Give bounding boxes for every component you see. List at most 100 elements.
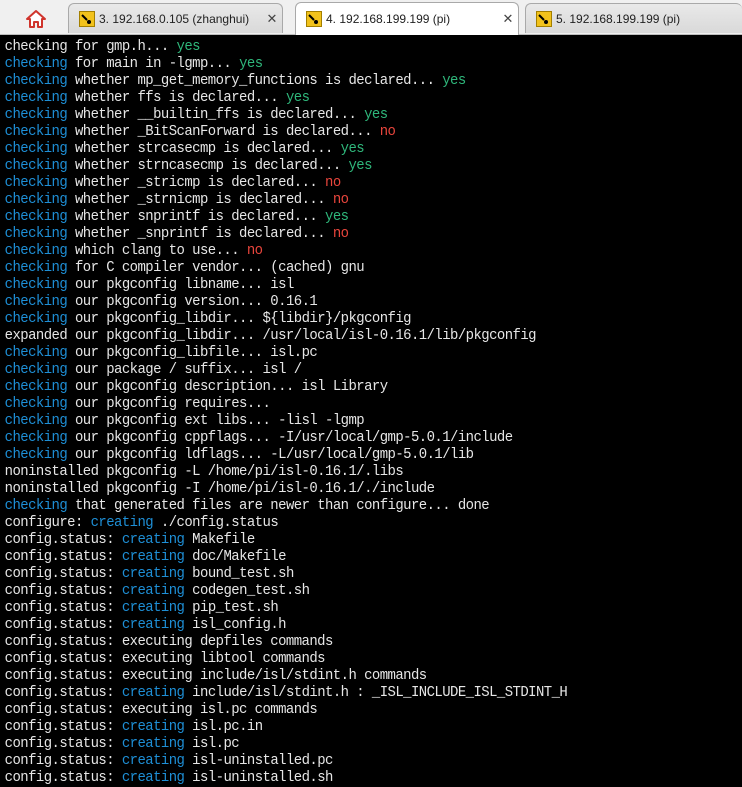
terminal-text-segment: config.status: executing isl.pc commands	[4, 701, 318, 718]
terminal-text-segment: our pkgconfig version... 0.16.1	[67, 293, 318, 310]
terminal-text-segment: whether ffs is declared...	[67, 89, 286, 106]
terminal-text-segment: config.status: executing include/isl/std…	[4, 667, 427, 684]
terminal-text-segment: creating	[90, 514, 154, 531]
terminal-text-segment: checking	[4, 140, 68, 157]
terminal-text-segment: isl_config.h	[184, 616, 286, 633]
terminal-text-segment: checking	[4, 174, 68, 191]
tab-session-3[interactable]: 3. 192.168.0.105 (zhanghui) ✕	[68, 3, 283, 33]
terminal-line: checking whether ffs is declared... yes	[5, 89, 690, 106]
terminal-text-segment: whether _snprintf is declared...	[67, 225, 333, 242]
terminal-line: checking which clang to use... no	[5, 242, 690, 259]
terminal-line: checking whether strncasecmp is declared…	[5, 157, 690, 174]
terminal-text-segment: yes	[340, 140, 365, 157]
terminal-text-segment: yes	[325, 208, 349, 225]
terminal-text-segment: yes	[442, 72, 466, 89]
terminal-key-icon	[306, 11, 322, 27]
terminal-text-segment: creating	[121, 582, 185, 599]
terminal-text-segment: checking	[4, 395, 68, 412]
terminal-text-segment: no	[325, 174, 341, 191]
terminal-text-segment: checking	[4, 106, 68, 123]
terminal-text-segment: our pkgconfig ext libs... -lisl -lgmp	[67, 412, 365, 429]
terminal-text-segment: creating	[121, 531, 185, 548]
terminal-text-segment: whether _BitScanForward is declared...	[67, 123, 380, 140]
terminal-text-segment: config.status:	[4, 735, 122, 752]
terminal-text-segment: codegen_test.sh	[184, 582, 310, 599]
terminal-text-segment: config.status:	[4, 582, 122, 599]
terminal-text-segment: our pkgconfig libname... isl	[67, 276, 294, 293]
terminal-text-segment: creating	[121, 548, 185, 565]
terminal-text-segment: whether mp_get_memory_functions is decla…	[67, 72, 443, 89]
terminal-text-segment: yes	[285, 89, 310, 106]
terminal-text-segment: checking	[4, 429, 68, 446]
terminal-text-segment: checking	[4, 191, 68, 208]
terminal-text-segment: whether _stricmp is declared...	[67, 174, 326, 191]
terminal-line: checking our pkgconfig ldflags... -L/usr…	[5, 446, 690, 463]
terminal-text-segment: checking	[4, 208, 68, 225]
terminal-line: checking our pkgconfig_libdir... ${libdi…	[5, 310, 690, 327]
terminal-line: checking our pkgconfig ext libs... -lisl…	[5, 412, 690, 429]
terminal-line: checking our pkgconfig libname... isl	[5, 276, 690, 293]
terminal-text-segment: config.status:	[4, 752, 122, 769]
close-icon[interactable]: ✕	[498, 11, 518, 27]
terminal-line: config.status: executing isl.pc commands	[5, 701, 690, 718]
terminal-line: noninstalled pkgconfig -L /home/pi/isl-0…	[5, 463, 690, 480]
tab-title: 4. 192.168.199.199 (pi)	[326, 12, 451, 26]
terminal-line: checking for main in -lgmp... yes	[5, 55, 690, 72]
terminal-line: config.status: creating isl-uninstalled.…	[5, 769, 690, 786]
terminal-line: checking our pkgconfig_libfile... isl.pc	[5, 344, 690, 361]
terminal-text-segment: doc/Makefile	[184, 548, 286, 565]
terminal-text-segment: no	[246, 242, 263, 259]
terminal-text-segment: checking for gmp.h...	[4, 38, 177, 55]
terminal-text-segment: yes	[348, 157, 372, 174]
terminal-text-segment: include/isl/stdint.h : _ISL_INCLUDE_ISL_…	[184, 684, 568, 701]
terminal-text-segment: creating	[121, 565, 185, 582]
terminal-text-segment: checking	[4, 259, 68, 276]
terminal-text-segment: isl.pc	[184, 735, 240, 752]
terminal-text-segment: config.status:	[4, 684, 122, 701]
terminal-line: checking for C compiler vendor... (cache…	[5, 259, 690, 276]
terminal-line: config.status: creating doc/Makefile	[5, 548, 690, 565]
terminal-line: config.status: executing depfiles comman…	[5, 633, 690, 650]
terminal-line: config.status: creating Makefile	[5, 531, 690, 548]
terminal-text-segment: checking	[4, 310, 68, 327]
terminal-text-segment: isl-uninstalled.pc	[184, 752, 333, 769]
terminal-line: config.status: creating isl.pc	[5, 735, 690, 752]
terminal-text-segment: checking	[4, 123, 68, 140]
terminal-line: checking our package / suffix... isl /	[5, 361, 690, 378]
terminal-text-segment: checking	[4, 378, 68, 395]
close-icon[interactable]: ✕	[262, 11, 282, 27]
terminal-output[interactable]: checking for gmp.h... yes checking for ma…	[0, 38, 742, 787]
terminal-text-segment: config.status: executing depfiles comman…	[4, 633, 334, 650]
terminal-line: config.status: creating pip_test.sh	[5, 599, 690, 616]
terminal-text-segment: our package / suffix... isl /	[67, 361, 302, 378]
terminal-text-segment: config.status:	[4, 718, 122, 735]
tab-session-5[interactable]: 5. 192.168.199.199 (pi)	[525, 3, 742, 33]
terminal-text-segment: checking	[4, 72, 68, 89]
terminal-text-segment: pip_test.sh	[184, 599, 279, 616]
terminal-line: checking our pkgconfig version... 0.16.1	[5, 293, 690, 310]
tab-session-4[interactable]: 4. 192.168.199.199 (pi) ✕	[295, 2, 519, 35]
terminal-text-segment: whether strcasecmp is declared...	[67, 140, 341, 157]
terminal-line: config.status: executing include/isl/std…	[5, 667, 690, 684]
terminal-line: config.status: creating isl-uninstalled.…	[5, 752, 690, 769]
terminal-line: checking for gmp.h... yes	[5, 38, 690, 55]
terminal-text-segment: checking	[4, 225, 68, 242]
terminal-line: checking whether _snprintf is declared..…	[5, 225, 690, 242]
terminal-text-segment: that generated files are newer than conf…	[67, 497, 490, 514]
terminal-line: checking our pkgconfig description... is…	[5, 378, 690, 395]
terminal-text-segment: config.status: executing libtool command…	[4, 650, 326, 667]
terminal-text-segment: no	[379, 123, 396, 140]
terminal-text-segment: checking	[4, 157, 68, 174]
terminal-text-segment: yes	[364, 106, 388, 123]
terminal-text-segment: isl.pc.in	[184, 718, 263, 735]
terminal-text-segment: creating	[121, 599, 185, 616]
terminal-text-segment: creating	[121, 735, 185, 752]
terminal-line: checking whether _stricmp is declared...…	[5, 174, 690, 191]
terminal-text-segment: checking	[4, 344, 68, 361]
terminal-line: checking whether mp_get_memory_functions…	[5, 72, 690, 89]
terminal-text-segment: configure:	[4, 514, 91, 531]
terminal-text-segment: config.status:	[4, 565, 122, 582]
terminal-line: checking whether _strnicmp is declared..…	[5, 191, 690, 208]
home-button[interactable]	[20, 6, 52, 32]
terminal-text-segment: whether _strnicmp is declared...	[67, 191, 333, 208]
